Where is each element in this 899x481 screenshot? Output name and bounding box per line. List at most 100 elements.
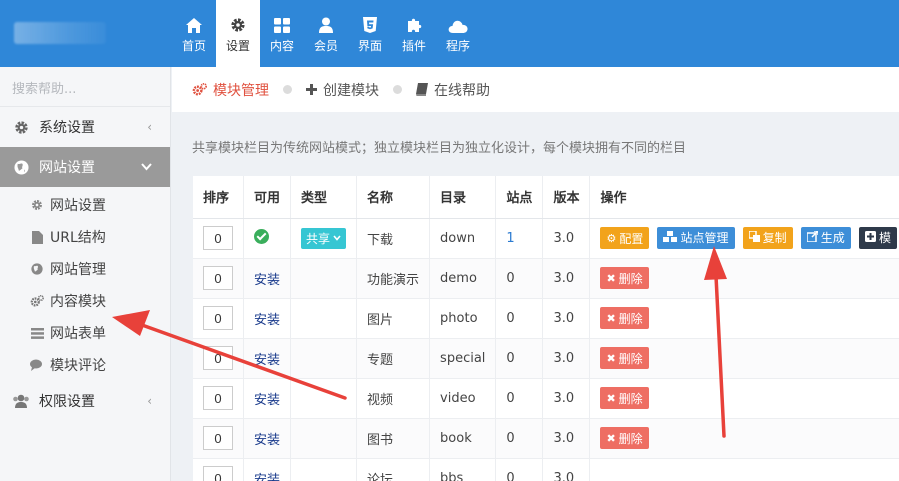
order-input[interactable] — [203, 346, 233, 370]
actions-cell: ✖ 删除 — [589, 338, 899, 379]
tab-label: 创建模块 — [323, 82, 379, 99]
install-link[interactable]: 安装 — [254, 393, 280, 408]
type-cell — [290, 258, 358, 299]
actions-cell: ⚙ 配置 站点管理 复制 生成 模 — [589, 218, 899, 259]
enabled-cell: 安装 — [243, 338, 292, 379]
sidebar-item-site-settings[interactable]: 网站设置 — [0, 189, 170, 221]
sidebar-group-website[interactable]: 网站设置 — [0, 147, 170, 187]
dir-cell: video — [429, 378, 497, 419]
order-input[interactable] — [203, 306, 233, 330]
button-label: 复制 — [762, 231, 787, 246]
puzzle-icon — [406, 13, 422, 33]
config-button[interactable]: ⚙ 配置 — [600, 227, 650, 250]
sidebar-item-content-module[interactable]: 内容模块 — [0, 285, 170, 317]
sidebar-group-permissions[interactable]: 权限设置 ‹ — [0, 381, 170, 421]
order-input[interactable] — [203, 426, 233, 450]
nav-label: 会员 — [313, 39, 338, 53]
button-label: 生成 — [820, 231, 845, 246]
sidebar-item-comments[interactable]: 模块评论 — [0, 349, 170, 381]
button-label: 删除 — [618, 271, 643, 286]
nav-home[interactable]: 首页 — [172, 0, 216, 67]
actions-cell: ✖ 删除 — [589, 378, 899, 419]
dir-cell: bbs — [429, 458, 497, 481]
sidebar-item-label: 模块评论 — [50, 358, 106, 374]
search-help-input[interactable]: 搜索帮助... — [0, 67, 170, 107]
template-button[interactable]: 模 — [858, 226, 897, 249]
sites-cell: 0 — [495, 258, 544, 299]
install-link[interactable]: 安装 — [254, 273, 280, 288]
name-cell: 视频 — [356, 378, 431, 419]
gear-icon — [30, 199, 44, 211]
sidebar-item-url-structure[interactable]: URL结构 — [0, 221, 170, 253]
install-link[interactable]: 安装 — [254, 313, 280, 328]
tab-create-module[interactable]: 创建模块 — [306, 80, 379, 100]
order-cell — [193, 258, 244, 299]
copy-button[interactable]: 复制 — [742, 226, 793, 249]
cloud-icon — [448, 13, 468, 33]
sites-cell: 0 — [495, 338, 544, 379]
external-link-icon — [806, 230, 819, 245]
delete-button[interactable]: ✖ 删除 — [600, 427, 649, 449]
chevron-down-icon — [141, 160, 152, 174]
nav-plugins[interactable]: 插件 — [392, 0, 436, 67]
enabled-cell — [243, 218, 292, 259]
order-input[interactable] — [203, 226, 233, 250]
type-cell — [290, 378, 358, 419]
home-icon — [186, 13, 202, 33]
nav-settings[interactable]: 设置 — [216, 0, 260, 67]
check-circle-icon[interactable] — [254, 228, 269, 244]
sidebar-item-site-forms[interactable]: 网站表单 — [0, 317, 170, 349]
x-icon: ✖ — [606, 311, 616, 325]
chevron-down-icon — [333, 235, 341, 241]
button-label: 删除 — [618, 391, 643, 406]
generate-button[interactable]: 生成 — [800, 226, 851, 249]
globe-icon — [12, 159, 30, 175]
install-link[interactable]: 安装 — [254, 473, 280, 481]
table-row: 安装 图书 book 0 3.0 ✖ 删除 — [193, 418, 899, 459]
name-cell: 论坛 — [356, 458, 431, 481]
type-dropdown[interactable]: 共享 — [301, 227, 347, 249]
actions-cell: ✖ 删除 — [589, 298, 899, 339]
sidebar-group-system[interactable]: 系统设置 ‹ — [0, 107, 170, 147]
nav-content[interactable]: 内容 — [260, 0, 304, 67]
type-cell: 共享 — [290, 218, 358, 259]
name-cell: 图片 — [356, 298, 431, 339]
tab-label: 模块管理 — [213, 82, 269, 99]
tab-online-help[interactable]: 在线帮助 — [416, 80, 490, 100]
nav-interface[interactable]: 界面 — [348, 0, 392, 67]
enabled-cell: 安装 — [243, 258, 292, 299]
order-cell — [193, 458, 244, 481]
version-cell: 3.0 — [542, 298, 591, 339]
dir-cell: demo — [429, 258, 497, 299]
order-input[interactable] — [203, 266, 233, 290]
order-input[interactable] — [203, 466, 233, 481]
version-cell: 3.0 — [542, 458, 591, 481]
sites-count-link[interactable]: 1 — [495, 218, 544, 259]
dir-cell: special — [429, 338, 497, 379]
delete-button[interactable]: ✖ 删除 — [600, 307, 649, 329]
sidebar-item-site-manage[interactable]: 网站管理 — [0, 253, 170, 285]
sites-cell: 0 — [495, 418, 544, 459]
tab-module-manage[interactable]: 模块管理 — [192, 80, 269, 100]
sites-cell: 0 — [495, 378, 544, 419]
order-input[interactable] — [203, 386, 233, 410]
type-cell — [290, 298, 358, 339]
delete-button[interactable]: ✖ 删除 — [600, 387, 649, 409]
nav-program[interactable]: 程序 — [436, 0, 480, 67]
logo[interactable] — [14, 22, 106, 44]
delete-button[interactable]: ✖ 删除 — [600, 267, 649, 289]
sidebar-group-label: 权限设置 — [39, 394, 95, 410]
install-link[interactable]: 安装 — [254, 433, 280, 448]
dir-cell: down — [429, 218, 497, 259]
column-header-actions: 操作 — [589, 176, 899, 219]
gear-icon — [12, 120, 30, 135]
install-link[interactable]: 安装 — [254, 353, 280, 368]
version-cell: 3.0 — [542, 418, 591, 459]
site-manage-button[interactable]: 站点管理 — [657, 226, 735, 249]
delete-button[interactable]: ✖ 删除 — [600, 347, 649, 369]
nav-members[interactable]: 会员 — [304, 0, 348, 67]
main-content: 模块管理 创建模块 在线帮助 共享模块栏目为传统网站模式；独立模块栏目为独立化设… — [172, 67, 899, 481]
type-label: 共享 — [306, 231, 331, 246]
name-cell: 图书 — [356, 418, 431, 459]
sidebar-item-label: URL结构 — [50, 230, 106, 246]
